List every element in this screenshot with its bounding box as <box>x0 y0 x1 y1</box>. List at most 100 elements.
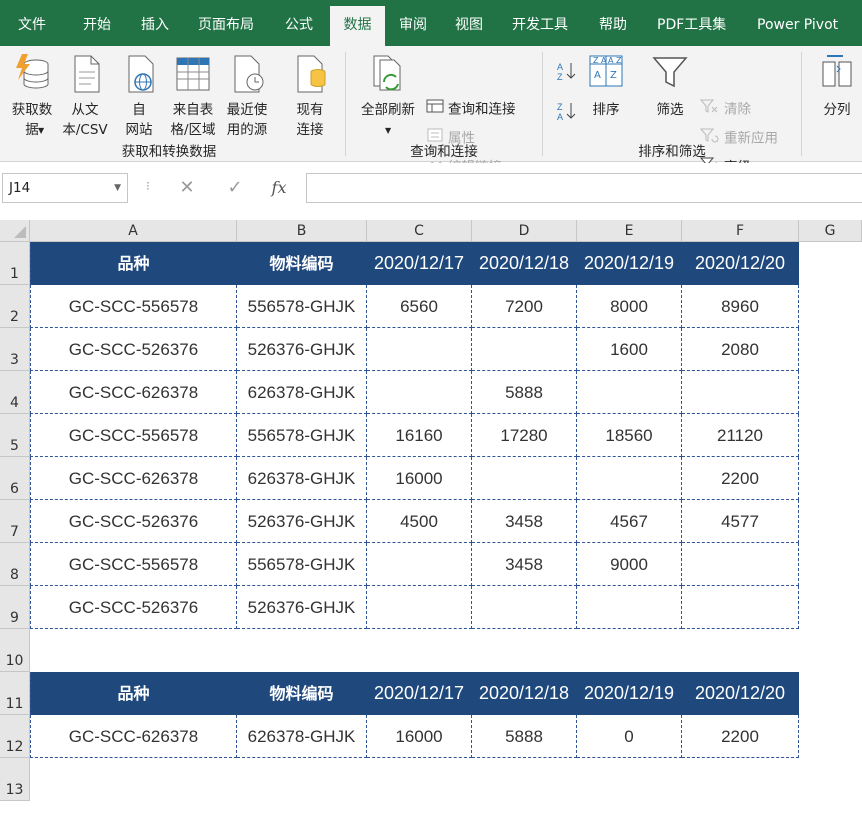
existing-connections-button[interactable]: 现有 连接 <box>286 52 334 140</box>
recent-sources-button[interactable]: 最近使 用的源 <box>220 52 274 140</box>
tab-insert[interactable]: 插入 <box>141 4 169 46</box>
sort-ascending-button[interactable]: AZ <box>556 60 580 84</box>
tab-page-layout[interactable]: 页面布局 <box>198 4 254 46</box>
table-cell[interactable]: 1600 <box>577 328 682 371</box>
table-cell[interactable]: GC-SCC-526376 <box>30 328 237 371</box>
from-web-button[interactable]: 自 网站 <box>114 52 164 140</box>
column-header-g[interactable]: G <box>799 220 862 242</box>
table-cell[interactable]: 3458 <box>472 500 577 543</box>
table-cell[interactable]: 8960 <box>682 285 799 328</box>
refresh-all-button[interactable]: 全部刷新 ▼ <box>356 52 420 135</box>
table-cell[interactable] <box>682 586 799 629</box>
table-cell[interactable]: 17280 <box>472 414 577 457</box>
table-header-cell[interactable]: 2020/12/18 <box>472 242 577 285</box>
column-header-b[interactable]: B <box>237 220 367 242</box>
column-header-e[interactable]: E <box>577 220 682 242</box>
chevron-down-icon[interactable]: ▼ <box>114 174 121 202</box>
table-cell[interactable]: 526376-GHJK <box>237 328 367 371</box>
table-header-cell[interactable]: 2020/12/19 <box>577 242 682 285</box>
select-all-button[interactable] <box>0 220 30 242</box>
row-header[interactable]: 7 <box>0 500 30 543</box>
table-cell[interactable]: 7200 <box>472 285 577 328</box>
name-box[interactable]: J14 ▼ <box>2 173 128 203</box>
table-cell[interactable]: 4500 <box>367 500 472 543</box>
row-header[interactable]: 2 <box>0 285 30 328</box>
table-cell[interactable]: 18560 <box>577 414 682 457</box>
table-cell[interactable]: 5888 <box>472 371 577 414</box>
table-cell[interactable]: GC-SCC-556578 <box>30 543 237 586</box>
row-header[interactable]: 8 <box>0 543 30 586</box>
from-csv-button[interactable]: 从文 本/CSV <box>58 52 112 140</box>
table-header-cell[interactable]: 2020/12/19 <box>577 672 682 715</box>
row-header[interactable]: 3 <box>0 328 30 371</box>
tab-formulas[interactable]: 公式 <box>285 4 313 46</box>
table-cell[interactable]: 8000 <box>577 285 682 328</box>
table-cell[interactable]: GC-SCC-526376 <box>30 500 237 543</box>
table-cell[interactable]: 2200 <box>682 457 799 500</box>
tab-home[interactable]: 开始 <box>83 4 111 46</box>
table-cell[interactable]: 6560 <box>367 285 472 328</box>
tab-help[interactable]: 帮助 <box>599 4 627 46</box>
tab-file[interactable]: 文件 <box>18 4 46 46</box>
table-cell[interactable]: 16000 <box>367 715 472 758</box>
table-cell[interactable]: 4577 <box>682 500 799 543</box>
filter-button[interactable]: 筛选 <box>646 52 694 120</box>
table-cell[interactable] <box>577 457 682 500</box>
row-header[interactable]: 6 <box>0 457 30 500</box>
row-header[interactable]: 4 <box>0 371 30 414</box>
table-cell[interactable]: 4567 <box>577 500 682 543</box>
tab-pdf-tools[interactable]: PDF工具集 <box>657 4 726 46</box>
tab-data[interactable]: 数据 <box>330 6 385 46</box>
table-cell[interactable]: 626378-GHJK <box>237 457 367 500</box>
table-cell[interactable] <box>367 586 472 629</box>
table-cell[interactable]: 526376-GHJK <box>237 586 367 629</box>
column-header-c[interactable]: C <box>367 220 472 242</box>
table-cell[interactable]: 626378-GHJK <box>237 715 367 758</box>
row-header[interactable]: 10 <box>0 629 30 672</box>
table-cell[interactable] <box>472 457 577 500</box>
table-cell[interactable]: 526376-GHJK <box>237 500 367 543</box>
from-table-button[interactable]: 来自表 格/区域 <box>166 52 220 140</box>
table-header-cell[interactable]: 2020/12/17 <box>367 672 472 715</box>
column-header-d[interactable]: D <box>472 220 577 242</box>
table-header-cell[interactable]: 品种 <box>30 242 237 285</box>
sort-descending-button[interactable]: ZA <box>556 100 580 124</box>
insert-function-icon[interactable]: fx <box>264 173 294 203</box>
clear-filter-button[interactable]: 清除 <box>699 98 751 120</box>
drag-handle-icon[interactable]: ⁝ <box>146 179 150 193</box>
table-header-cell[interactable]: 2020/12/20 <box>682 242 799 285</box>
row-header[interactable]: 12 <box>0 715 30 758</box>
table-cell[interactable] <box>367 543 472 586</box>
table-cell[interactable]: 5888 <box>472 715 577 758</box>
sort-button[interactable]: Z AA Z AZ 排序 <box>584 52 628 120</box>
cancel-icon[interactable]: ✕ <box>172 173 202 203</box>
tab-view[interactable]: 视图 <box>455 4 483 46</box>
table-header-cell[interactable]: 2020/12/20 <box>682 672 799 715</box>
row-header[interactable]: 11 <box>0 672 30 715</box>
table-cell[interactable]: 626378-GHJK <box>237 371 367 414</box>
table-cell[interactable] <box>682 371 799 414</box>
table-cell[interactable]: 9000 <box>577 543 682 586</box>
table-header-cell[interactable]: 品种 <box>30 672 237 715</box>
table-cell[interactable]: 556578-GHJK <box>237 285 367 328</box>
table-cell[interactable]: 0 <box>577 715 682 758</box>
table-cell[interactable]: 556578-GHJK <box>237 414 367 457</box>
table-cell[interactable]: GC-SCC-556578 <box>30 285 237 328</box>
tab-review[interactable]: 审阅 <box>399 4 427 46</box>
row-header[interactable]: 5 <box>0 414 30 457</box>
table-header-cell[interactable]: 物料编码 <box>237 672 367 715</box>
table-cell[interactable] <box>367 371 472 414</box>
table-cell[interactable]: GC-SCC-626378 <box>30 457 237 500</box>
queries-connections-button[interactable]: 查询和连接 <box>426 98 516 120</box>
table-cell[interactable] <box>367 328 472 371</box>
table-cell[interactable]: GC-SCC-626378 <box>30 715 237 758</box>
table-header-cell[interactable]: 2020/12/17 <box>367 242 472 285</box>
table-cell[interactable] <box>472 586 577 629</box>
table-cell[interactable] <box>577 586 682 629</box>
get-data-button[interactable]: 获取数 据 ▼ <box>4 52 60 140</box>
table-cell[interactable] <box>577 371 682 414</box>
table-cell[interactable]: GC-SCC-556578 <box>30 414 237 457</box>
formula-input[interactable] <box>306 173 862 203</box>
table-cell[interactable] <box>472 328 577 371</box>
row-header[interactable]: 1 <box>0 242 30 285</box>
